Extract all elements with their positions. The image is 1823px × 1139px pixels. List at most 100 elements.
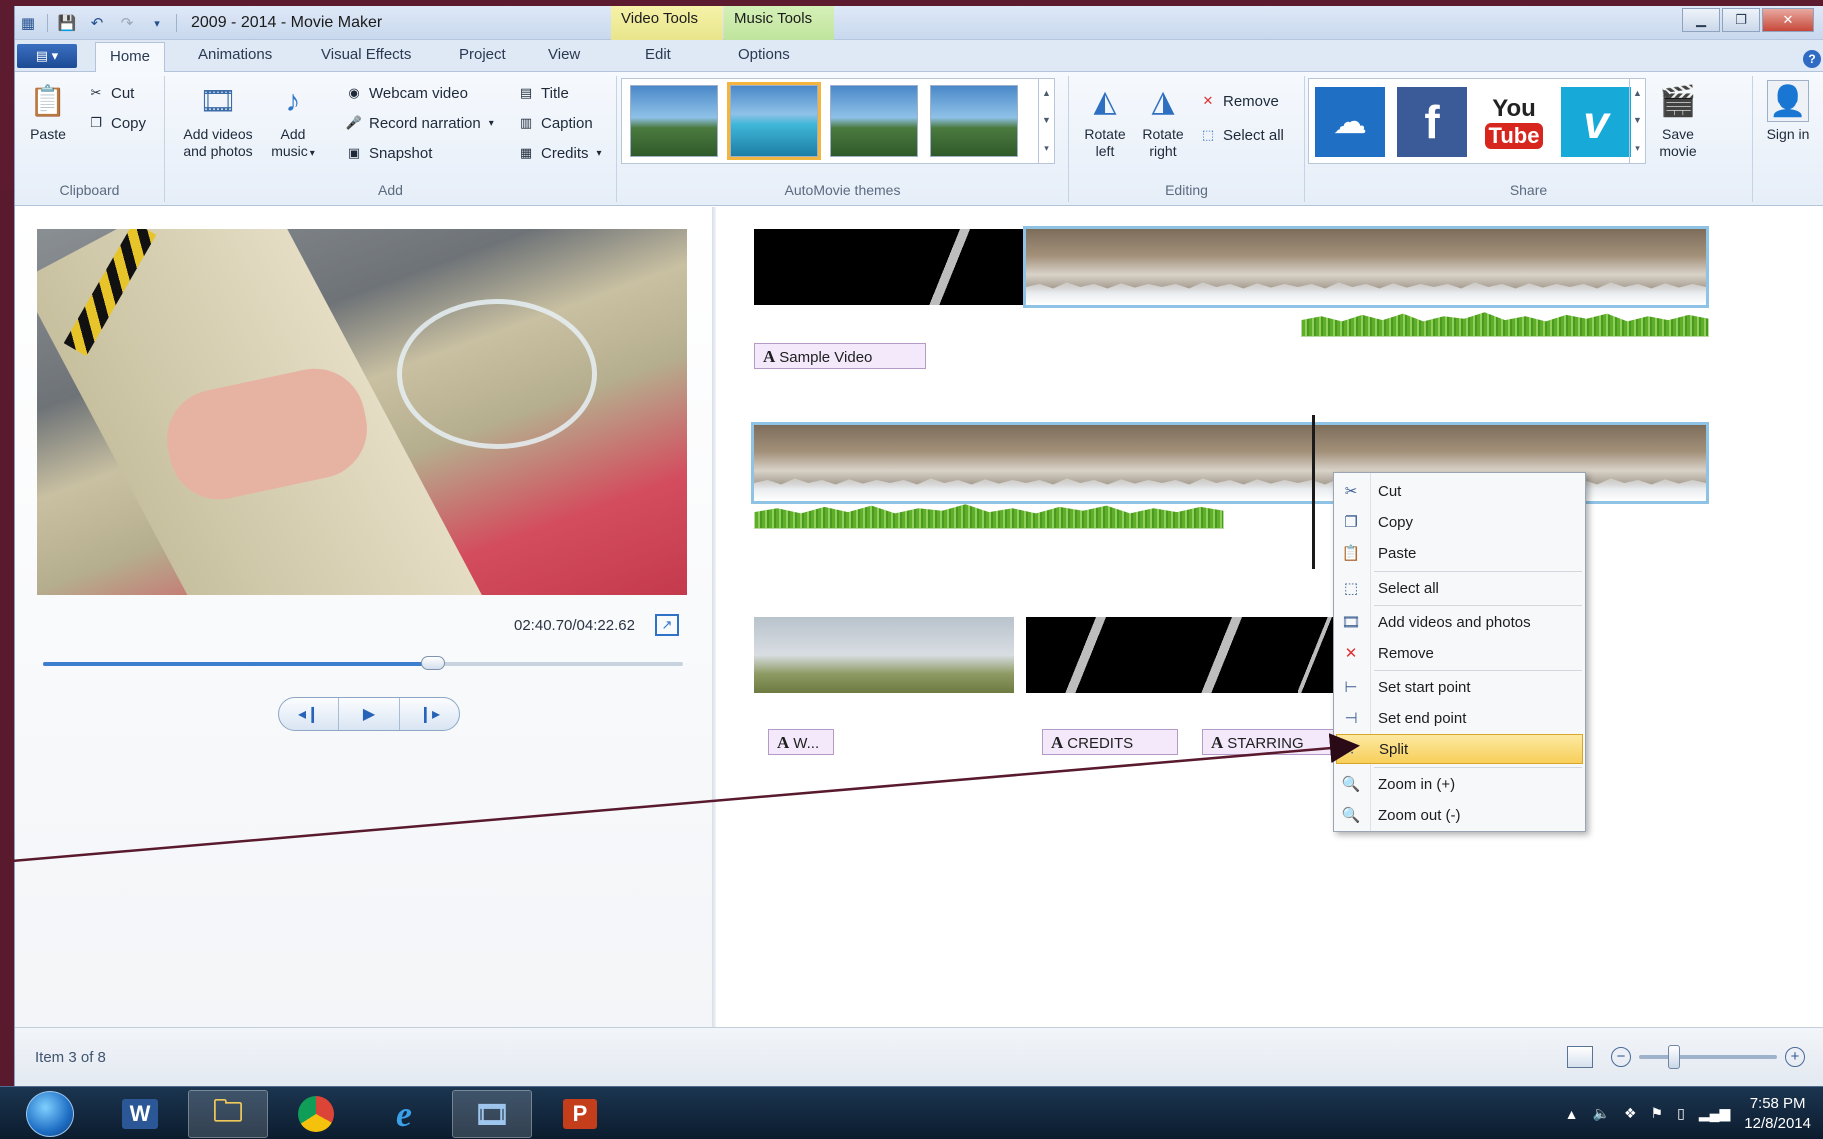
scroll-up-icon[interactable]: ▲ [1633,88,1642,98]
chrome-taskbar-icon[interactable] [276,1090,356,1138]
caption-button[interactable]: ▥ Caption [517,114,593,132]
credits-button[interactable]: ▦ Credits ▾ [517,144,602,162]
menu-item-zoom-out[interactable]: 🔍 Zoom out (-) [1336,800,1583,830]
caption-credits[interactable]: A CREDITS [1042,729,1178,755]
caption-sample-video[interactable]: A Sample Video [754,343,926,369]
share-gallery-scroll[interactable]: ▲ ▼ ▾ [1629,79,1645,163]
tab-visual-effects[interactable]: Visual Effects [321,46,411,63]
select-all-button[interactable]: ⬚ Select all [1199,126,1284,144]
music-track[interactable] [1301,312,1709,337]
rotate-left-button[interactable]: ◭ Rotate left [1077,80,1133,160]
app-icon[interactable]: ▦ [17,12,39,34]
rotate-right-button[interactable]: ◮ Rotate right [1135,80,1191,160]
youtube-icon[interactable]: You Tube [1479,87,1549,157]
gallery-more-icon[interactable]: ▾ [1044,143,1049,154]
clip-black-credits[interactable] [1026,617,1338,693]
close-button[interactable]: ✕ [1762,8,1814,32]
remove-button[interactable]: ✕ Remove [1199,92,1279,110]
previous-frame-icon[interactable]: ◂❙ [279,698,340,730]
seek-bar[interactable] [43,656,683,670]
movie-maker-taskbar-icon[interactable]: 🎞 [452,1090,532,1138]
undo-icon[interactable]: ↶ [86,12,108,34]
clip-workshop-1[interactable] [1023,226,1709,308]
add-music-button[interactable]: ♪ Add music ▾ [265,80,321,162]
paste-button[interactable]: 📋 Paste [23,80,73,143]
snapshot-button[interactable]: ▣ Snapshot [345,144,433,162]
scroll-down-icon[interactable]: ▼ [1633,115,1642,125]
help-icon[interactable]: ? [1803,50,1821,68]
facebook-icon[interactable]: f [1397,87,1467,157]
powerpoint-taskbar-icon[interactable]: P [540,1090,620,1138]
theme-thumbnail[interactable] [830,85,918,157]
file-menu-button[interactable]: ▤ ▾ [17,44,77,68]
caption-w[interactable]: A W... [768,729,834,755]
sign-in-button[interactable]: 👤 Sign in [1763,80,1813,143]
add-videos-photos-button[interactable]: 🎞 Add videos and photos [175,80,261,160]
menu-item-paste[interactable]: 📋 Paste [1336,538,1583,568]
network-signal-icon[interactable]: ▂▄▆ [1699,1105,1730,1122]
fullscreen-icon[interactable]: ↗ [655,614,679,636]
zoom-in-icon[interactable]: + [1785,1047,1805,1067]
title-button[interactable]: ▤ Title [517,84,569,102]
battery-icon[interactable]: ▯ [1677,1105,1685,1122]
gallery-scroll[interactable]: ▲ ▼ ▾ [1038,79,1054,163]
next-frame-icon[interactable]: ❙▸ [400,698,459,730]
clock[interactable]: 7:58 PM 12/8/2014 [1744,1094,1811,1134]
scroll-down-icon[interactable]: ▼ [1042,115,1051,125]
music-note-icon: ♪ [285,84,301,118]
tab-animations[interactable]: Animations [198,46,272,63]
redo-icon[interactable]: ↷ [116,12,138,34]
menu-item-select-all[interactable]: ⬚ Select all [1336,573,1583,603]
zoom-slider-thumb[interactable] [1667,1045,1680,1069]
zoom-slider[interactable] [1639,1045,1777,1069]
menu-item-set-start-point[interactable]: ⊢ Set start point [1336,672,1583,702]
minimize-button[interactable]: ▁ [1682,8,1720,32]
theme-thumbnail-selected[interactable] [727,82,821,160]
menu-item-set-end-point[interactable]: ⊣ Set end point [1336,703,1583,733]
menu-item-add-videos-photos[interactable]: 🎞 Add videos and photos [1336,607,1583,637]
scroll-up-icon[interactable]: ▲ [1042,88,1051,98]
maximize-button[interactable]: ❐ [1722,8,1760,32]
cut-button[interactable]: ✂ Cut [87,84,135,102]
vimeo-icon[interactable]: v [1561,87,1631,157]
play-icon[interactable]: ▶ [339,698,400,730]
gallery-more-icon[interactable]: ▾ [1635,143,1640,154]
onedrive-icon[interactable]: ☁ [1315,87,1385,157]
start-button[interactable] [26,1091,74,1137]
menu-item-cut[interactable]: ✂ Cut [1336,476,1583,506]
menu-item-split[interactable]: ⫶ Split [1336,734,1583,764]
seek-thumb[interactable] [421,656,446,670]
tab-view[interactable]: View [548,46,580,63]
clip-birds[interactable] [754,617,1014,693]
clip-black-title[interactable] [754,229,1026,305]
music-track[interactable] [754,504,1224,529]
save-icon[interactable]: 💾 [56,12,78,34]
menu-item-zoom-in[interactable]: 🔍 Zoom in (+) [1336,769,1583,799]
dropbox-icon[interactable]: ❖ [1624,1105,1637,1122]
volume-icon[interactable]: 🔈 [1593,1105,1610,1122]
tab-project[interactable]: Project [459,46,506,63]
tab-home[interactable]: Home [95,42,166,73]
theme-thumbnail[interactable] [930,85,1018,157]
customize-qat-icon[interactable]: ▾ [146,12,168,34]
record-narration-button[interactable]: 🎤 Record narration ▾ [345,114,494,132]
tab-edit[interactable]: Edit [645,46,671,63]
thumbnail-size-icon[interactable] [1567,1046,1593,1068]
timeline-playhead[interactable] [1312,415,1315,569]
zoom-out-icon[interactable]: − [1611,1047,1631,1067]
ie-taskbar-icon[interactable]: e [364,1090,444,1138]
tab-options[interactable]: Options [738,46,790,63]
webcam-video-button[interactable]: ◉ Webcam video [345,84,468,102]
menu-item-remove[interactable]: ✕ Remove [1336,638,1583,668]
explorer-taskbar-icon[interactable]: 🗀 [188,1090,268,1138]
caption-starring[interactable]: A STARRING [1202,729,1352,755]
save-movie-button[interactable]: 🎬 Save movie [1653,80,1703,160]
menu-item-copy[interactable]: ❐ Copy [1336,507,1583,537]
word-taskbar-icon[interactable]: W [100,1090,180,1138]
copy-button[interactable]: ❐ Copy [87,114,146,132]
video-preview[interactable] [37,229,687,595]
theme-thumbnail[interactable] [630,85,718,157]
action-center-flag-icon[interactable]: ⚑ [1651,1105,1664,1122]
chevron-down-icon: ▾ [309,148,315,159]
show-hidden-icons[interactable]: ▲ [1565,1106,1579,1122]
